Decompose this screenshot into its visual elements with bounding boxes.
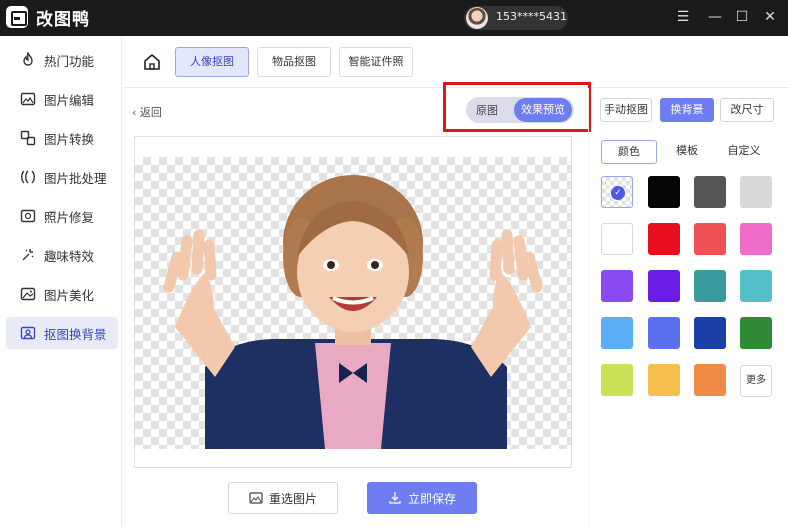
sidebar-item-cutout[interactable]: 抠图换背景 (6, 317, 118, 349)
reselect-label: 重选图片 (268, 491, 317, 506)
app-title: 改图鸭 (36, 10, 90, 30)
sidebar-item-convert[interactable]: 图片转换 (6, 122, 118, 154)
reselect-image-button[interactable]: 重选图片 (228, 482, 338, 514)
image-edit-icon (20, 91, 36, 107)
minimize-icon[interactable]: — (706, 8, 724, 26)
highlight-annotation (443, 82, 591, 132)
home-icon[interactable] (142, 52, 162, 72)
user-account[interactable]: 153****5431 (464, 6, 568, 30)
color-swatch[interactable] (694, 176, 726, 208)
color-swatch[interactable] (601, 270, 633, 302)
tab-portrait-cutout[interactable]: 人像抠图 (175, 47, 249, 77)
color-swatch[interactable] (694, 223, 726, 255)
color-swatch[interactable] (694, 317, 726, 349)
sidebar: 热门功能 图片编辑 图片转换 图片批处理 照片修复 趣味特效 图片美化 抠图换背… (0, 36, 122, 527)
color-swatch[interactable] (648, 176, 680, 208)
portrait-image (163, 175, 543, 449)
mode-resize[interactable]: 改尺寸 (720, 98, 774, 122)
color-swatch[interactable] (740, 317, 772, 349)
tab-bar: 人像抠图 物品抠图 智能证件照 (122, 36, 788, 88)
color-swatch[interactable] (740, 176, 772, 208)
sidebar-item-image-edit[interactable]: 图片编辑 (6, 83, 118, 115)
main-area: 人像抠图 物品抠图 智能证件照 ‹ 返回 原图 效果预览 重选图片 立即保存 手… (122, 36, 788, 527)
sidebar-item-effects[interactable]: 趣味特效 (6, 239, 118, 271)
sidebar-item-batch[interactable]: 图片批处理 (6, 161, 118, 193)
sidebar-item-label: 图片编辑 (44, 92, 95, 108)
flame-icon (20, 52, 36, 68)
color-swatch[interactable] (694, 270, 726, 302)
mode-manual-cutout[interactable]: 手动抠图 (600, 98, 652, 122)
subtab-color[interactable]: 颜色 (601, 140, 657, 164)
app-logo-icon (6, 6, 28, 28)
subtab-custom[interactable]: 自定义 (719, 140, 769, 164)
selected-check-icon: ✓ (611, 186, 625, 200)
sidebar-item-label: 趣味特效 (44, 248, 95, 264)
back-label: 返回 (139, 106, 162, 119)
avatar[interactable] (466, 7, 488, 29)
sidebar-item-label: 抠图换背景 (44, 326, 107, 342)
subtab-template[interactable]: 模板 (665, 140, 709, 164)
color-swatch[interactable] (740, 223, 772, 255)
user-phone: 153****5431 (496, 10, 567, 23)
color-swatch[interactable] (648, 364, 680, 396)
color-swatch[interactable] (648, 223, 680, 255)
maximize-icon[interactable]: ☐ (733, 8, 751, 26)
sidebar-item-label: 图片美化 (44, 287, 95, 303)
close-icon[interactable]: ✕ (761, 8, 779, 26)
panel-divider (588, 88, 589, 527)
image-icon (249, 492, 263, 504)
color-swatch[interactable] (740, 270, 772, 302)
sidebar-item-label: 图片转换 (44, 131, 95, 147)
sidebar-item-label: 图片批处理 (44, 170, 107, 186)
title-bar: 改图鸭 153****5431 ☰ — ☐ ✕ (0, 0, 788, 36)
batch-icon (20, 169, 36, 185)
preview-canvas[interactable] (135, 157, 571, 449)
color-swatch[interactable] (601, 364, 633, 396)
sidebar-item-beautify[interactable]: 图片美化 (6, 278, 118, 310)
preview-frame (134, 136, 572, 468)
mode-change-background[interactable]: 换背景 (660, 98, 714, 122)
sidebar-item-label: 热门功能 (44, 53, 95, 69)
save-button[interactable]: 立即保存 (367, 482, 477, 514)
color-swatch[interactable]: ✓ (601, 176, 633, 208)
beautify-icon (20, 286, 36, 302)
sidebar-item-hot[interactable]: 热门功能 (6, 44, 118, 76)
sidebar-item-repair[interactable]: 照片修复 (6, 200, 118, 232)
color-swatch[interactable] (694, 364, 726, 396)
back-button[interactable]: ‹ 返回 (132, 104, 162, 120)
download-icon (389, 492, 401, 504)
save-label: 立即保存 (407, 491, 456, 506)
sidebar-item-label: 照片修复 (44, 209, 95, 225)
color-swatch[interactable] (601, 223, 633, 255)
more-colors-button[interactable]: 更多 (740, 365, 772, 397)
sparkle-icon (20, 247, 36, 263)
color-swatch[interactable] (648, 317, 680, 349)
menu-icon[interactable]: ☰ (674, 8, 692, 26)
repair-icon (20, 208, 36, 224)
cutout-icon (20, 325, 36, 341)
tab-object-cutout[interactable]: 物品抠图 (257, 47, 331, 77)
color-swatch[interactable] (601, 317, 633, 349)
color-swatch[interactable] (648, 270, 680, 302)
tab-id-photo[interactable]: 智能证件照 (339, 47, 413, 77)
convert-icon (20, 130, 36, 146)
